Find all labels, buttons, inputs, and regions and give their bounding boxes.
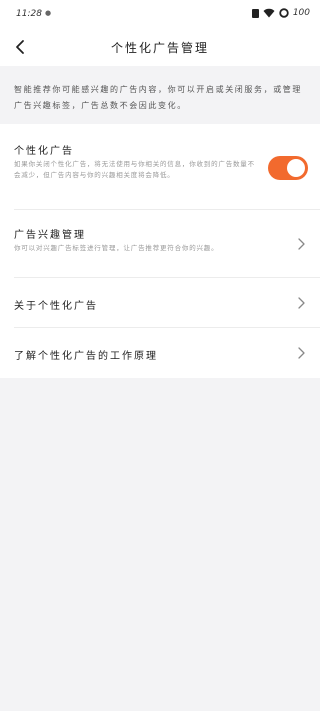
status-time: 11:28	[16, 9, 42, 19]
intro-text: 智能推荐你可能感兴趣的广告内容，你可以开启或关闭服务，或管理广告兴趣标签，广告总…	[14, 85, 302, 110]
interest-tags-desc: 你可以对兴趣广告标签进行管理，让广告推荐更符合你的兴趣。	[14, 244, 219, 252]
chevron-right-icon	[298, 297, 305, 309]
notification-dot-icon: ●	[45, 9, 52, 17]
interest-tags-row[interactable]: 广告兴趣管理 你可以对兴趣广告标签进行管理，让广告推荐更符合你的兴趣。	[0, 210, 320, 278]
about-title: 关于个性化广告	[14, 301, 98, 312]
interest-tags-title: 广告兴趣管理	[14, 230, 86, 241]
nav-bar: 个性化广告管理	[0, 28, 320, 66]
sim-icon	[251, 8, 259, 18]
intro-section: 智能推荐你可能感兴趣的广告内容，你可以开启或关闭服务，或管理广告兴趣标签，广告总…	[0, 66, 320, 120]
personalized-ads-row: 个性化广告 如果你关闭个性化广告，将无法使用与你相关的信息，你收到的广告数量不会…	[0, 124, 320, 210]
about-row[interactable]: 关于个性化广告	[0, 278, 320, 328]
how-it-works-title: 了解个性化广告的工作原理	[14, 351, 158, 362]
personalized-ads-toggle[interactable]	[268, 156, 308, 180]
battery-icon	[279, 8, 289, 18]
chevron-right-icon	[298, 238, 305, 250]
page-title: 个性化广告管理	[110, 41, 209, 55]
personalized-ads-title: 个性化广告	[14, 146, 74, 157]
status-bar: 11:28 ● 100	[0, 0, 320, 28]
personalized-ads-desc: 如果你关闭个性化广告，将无法使用与你相关的信息，你收到的广告数量不会减少，但广告…	[14, 160, 255, 179]
chevron-right-icon	[298, 347, 305, 359]
settings-card: 个性化广告 如果你关闭个性化广告，将无法使用与你相关的信息，你收到的广告数量不会…	[0, 124, 320, 378]
how-it-works-row[interactable]: 了解个性化广告的工作原理	[0, 328, 320, 378]
battery-percent: 100	[292, 8, 310, 18]
status-icons: 100	[251, 8, 310, 18]
wifi-icon	[263, 8, 275, 18]
toggle-knob	[287, 159, 305, 177]
